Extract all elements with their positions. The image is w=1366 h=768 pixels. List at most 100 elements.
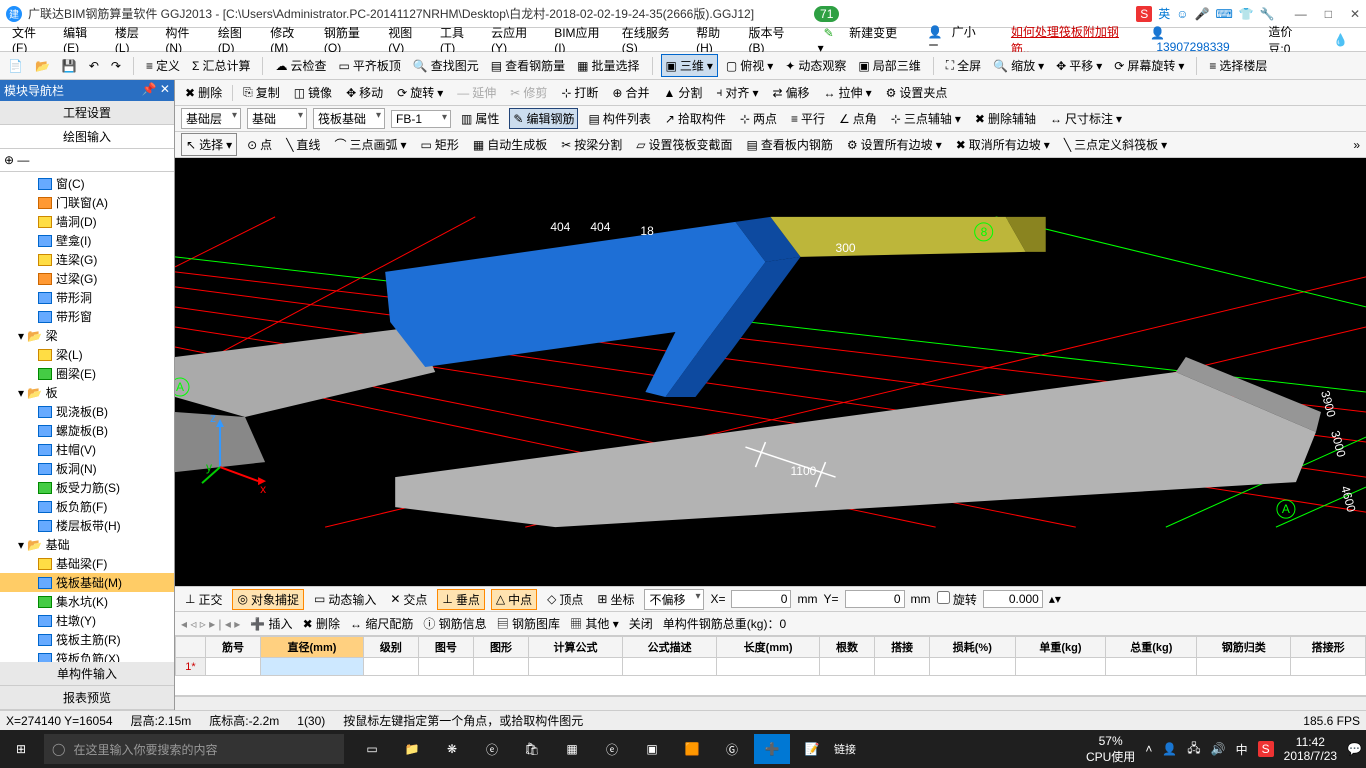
collapse-icon[interactable]: —: [17, 153, 29, 167]
search-box[interactable]: ◯ 在这里输入你要搜索的内容: [44, 734, 344, 764]
merge-button[interactable]: ⊕ 合并: [608, 82, 653, 103]
screen-rotate-button[interactable]: ⟳ 屏幕旋转 ▾: [1110, 55, 1188, 76]
tree-item[interactable]: 墙洞(D): [0, 212, 174, 231]
tree-item[interactable]: 门联窗(A): [0, 193, 174, 212]
tree-item[interactable]: 筏板负筋(X): [0, 649, 174, 662]
tree-item[interactable]: 柱墩(Y): [0, 611, 174, 630]
x-input[interactable]: [731, 590, 791, 608]
cpu-meter[interactable]: 57%CPU使用: [1086, 734, 1135, 765]
new-button[interactable]: 📄: [4, 57, 27, 75]
open-button[interactable]: 📂: [31, 57, 54, 75]
app6-icon[interactable]: ➕: [754, 734, 790, 764]
tree-item[interactable]: 板洞(N): [0, 459, 174, 478]
grid-nav[interactable]: ◂ ◃ ▹ ▸ | ◂ ▸: [181, 617, 240, 631]
tab-report-preview[interactable]: 报表预览: [0, 686, 174, 710]
explorer-icon[interactable]: 📁: [394, 734, 430, 764]
tree-item[interactable]: 带形窗: [0, 307, 174, 326]
tree-item[interactable]: 楼层板带(H): [0, 516, 174, 535]
three-point-axis-button[interactable]: ⊹ 三点辅轴 ▾: [887, 108, 965, 129]
other-button[interactable]: ▦ 其他 ▾: [570, 615, 619, 632]
arc3-button[interactable]: ⌒ 三点画弧 ▾: [330, 134, 410, 155]
tree-item[interactable]: 螺旋板(B): [0, 421, 174, 440]
offset-button[interactable]: ⇄ 偏移: [768, 82, 813, 103]
toolbar-overflow[interactable]: »: [1353, 138, 1360, 152]
tray-net-icon[interactable]: 🖧: [1187, 739, 1200, 760]
copy-button[interactable]: ⎘ 复制: [239, 82, 284, 103]
edge-icon[interactable]: ⓔ: [474, 734, 510, 764]
tray-vol-icon[interactable]: 🔊: [1211, 742, 1226, 756]
edit-rebar-button[interactable]: ✎ 编辑钢筋: [509, 108, 578, 129]
pan-button[interactable]: ✥ 平移 ▾: [1052, 55, 1106, 76]
local-3d-button[interactable]: ▣ 局部三维: [854, 55, 924, 76]
split-beam-button[interactable]: ✂ 按梁分割: [557, 134, 626, 155]
delete-row-button[interactable]: ✖ 删除: [303, 615, 340, 632]
line-button[interactable]: ╲ 直线: [282, 134, 324, 155]
pick-component-button[interactable]: ↗ 拾取构件: [661, 108, 730, 129]
tree-item[interactable]: 现浇板(B): [0, 402, 174, 421]
autogen-slab-button[interactable]: ▦ 自动生成板: [469, 134, 551, 155]
undo-button[interactable]: ↶: [85, 57, 103, 75]
two-point-button[interactable]: ⊹ 两点: [736, 108, 781, 129]
y-input[interactable]: [845, 590, 905, 608]
set-slope-button[interactable]: ⚙ 设置所有边坡 ▾: [843, 134, 946, 155]
cloud-check-button[interactable]: ☁ 云检查: [271, 55, 330, 76]
rotate-stepper[interactable]: ▴▾: [1049, 592, 1061, 606]
tree-group[interactable]: ▾ 📂 板: [0, 383, 174, 402]
move-button[interactable]: ✥ 移动: [342, 82, 387, 103]
3d-viewport[interactable]: 1100 404 404 18 300 3900 3000 4600 8 A A: [175, 158, 1366, 586]
link-label[interactable]: 链接: [834, 734, 856, 764]
rotate-input[interactable]: [983, 590, 1043, 608]
dyninput-toggle[interactable]: ▭ 动态输入: [310, 590, 380, 609]
app3-icon[interactable]: ▣: [634, 734, 670, 764]
tree-item[interactable]: 筏板基础(M): [0, 573, 174, 592]
orbit-button[interactable]: ✦ 动态观察: [781, 55, 850, 76]
vertex-toggle[interactable]: ◇ 顶点: [543, 590, 587, 609]
define-button[interactable]: ≡ 定义: [142, 55, 184, 76]
tree-item[interactable]: 板负筋(F): [0, 497, 174, 516]
phone-label[interactable]: 👤 13907298339: [1144, 24, 1252, 56]
app4-icon[interactable]: 🟧: [674, 734, 710, 764]
view-slab-rebar-button[interactable]: ▤ 查看板内钢筋: [743, 134, 837, 155]
raft-section-button[interactable]: ▱ 设置筏板变截面: [632, 134, 736, 155]
app5-icon[interactable]: Ⓖ: [714, 734, 750, 764]
3d-button[interactable]: ▣ 三维 ▾: [661, 54, 718, 77]
flat-slab-button[interactable]: ▭ 平齐板顶: [334, 55, 404, 76]
delete-axis-button[interactable]: ✖ 删除辅轴: [971, 108, 1040, 129]
tree-group[interactable]: ▾ 📂 基础: [0, 535, 174, 554]
osnap-toggle[interactable]: ◎ 对象捕捉: [232, 589, 304, 610]
midpoint-toggle[interactable]: △ 中点: [491, 589, 537, 610]
tray-up-icon[interactable]: ˄: [1145, 742, 1152, 756]
parallel-button[interactable]: ≡ 平行: [787, 108, 829, 129]
clock[interactable]: 11:422018/7/23: [1284, 735, 1337, 763]
tree-item[interactable]: 柱帽(V): [0, 440, 174, 459]
tree-item[interactable]: 过梁(G): [0, 269, 174, 288]
tree-item[interactable]: 梁(L): [0, 345, 174, 364]
cancel-slope-button[interactable]: ✖ 取消所有边坡 ▾: [952, 134, 1054, 155]
rect-button[interactable]: ▭ 矩形: [417, 134, 463, 155]
expand-icon[interactable]: ⊕: [4, 153, 14, 167]
tree-item[interactable]: 板受力筋(S): [0, 478, 174, 497]
view-rebar-button[interactable]: ▤ 查看钢筋量: [487, 55, 569, 76]
rotate-checkbox[interactable]: [937, 591, 950, 604]
break-button[interactable]: ⊹ 打断: [557, 82, 602, 103]
zoom-button[interactable]: 🔍 缩放 ▾: [989, 55, 1048, 76]
app2-icon[interactable]: ▦: [554, 734, 590, 764]
tree-item[interactable]: 集水坑(K): [0, 592, 174, 611]
tree-group[interactable]: ▾ 📂 梁: [0, 326, 174, 345]
tree-item[interactable]: 带形洞: [0, 288, 174, 307]
find-element-button[interactable]: 🔍 查找图元: [409, 55, 483, 76]
component-dropdown[interactable]: FB-1: [391, 110, 451, 128]
floor-dropdown[interactable]: 基础层: [181, 108, 241, 129]
sum-button[interactable]: Σ 汇总计算: [188, 55, 254, 76]
redo-button[interactable]: ↷: [107, 57, 125, 75]
tree-item[interactable]: 窗(C): [0, 174, 174, 193]
rebar-info-button[interactable]: ⓘ 钢筋信息: [423, 615, 486, 632]
notification-icon[interactable]: 💬: [1347, 742, 1362, 756]
delete-button[interactable]: ✖ 删除: [181, 82, 226, 103]
ortho-toggle[interactable]: ⊥ 正交: [181, 590, 226, 609]
component-tree[interactable]: 窗(C)门联窗(A)墙洞(D)壁龛(I)连梁(G)过梁(G)带形洞带形窗▾ 📂 …: [0, 172, 174, 662]
split-button[interactable]: ▲ 分割: [660, 82, 707, 103]
properties-button[interactable]: ▥ 属性: [457, 108, 503, 129]
offset-dropdown[interactable]: 不偏移: [644, 589, 704, 610]
grip-button[interactable]: ⚙ 设置夹点: [882, 82, 952, 103]
